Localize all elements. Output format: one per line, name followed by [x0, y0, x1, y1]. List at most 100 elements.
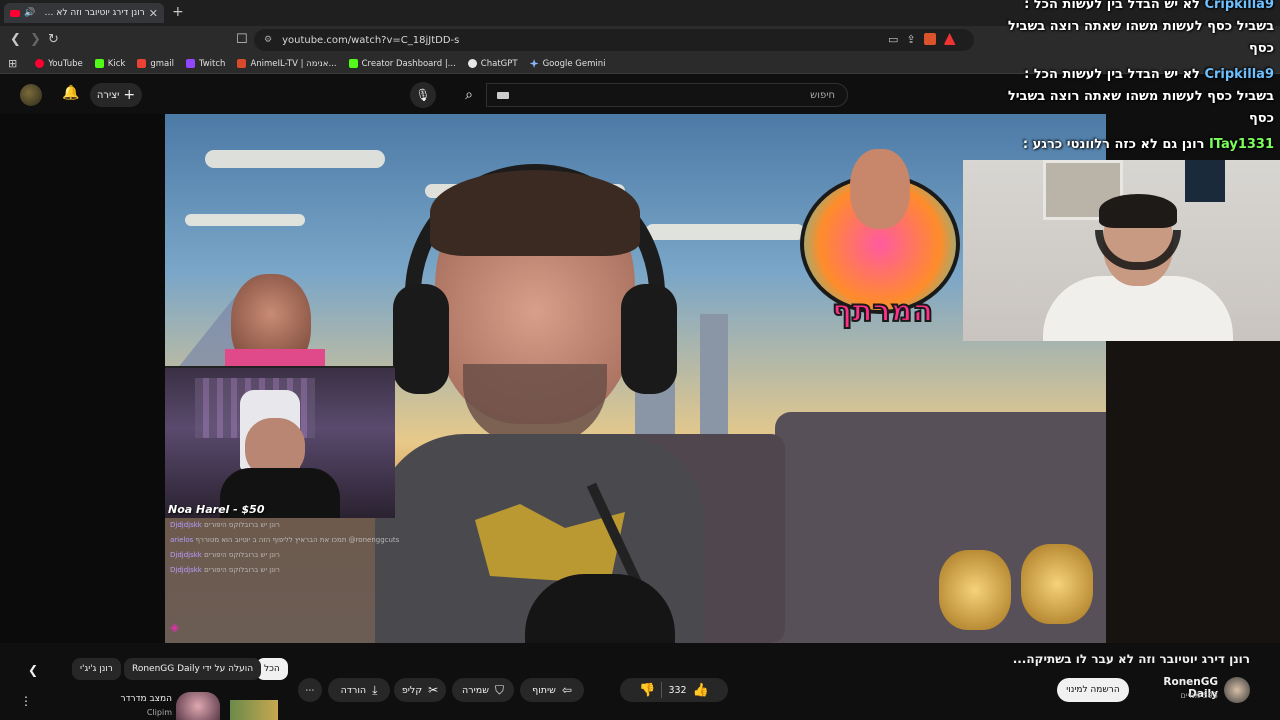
divider: [661, 682, 663, 698]
save-button[interactable]: ⛉ שמירה: [452, 678, 514, 702]
chip-ronen-g[interactable]: רונן ג'יג'י: [72, 658, 121, 680]
bookmark-icon: ⛉: [494, 682, 504, 697]
bookmark-youtube[interactable]: YouTube: [35, 59, 83, 69]
gmail-icon: [137, 59, 147, 68]
download-button[interactable]: ⤓ הורדה: [328, 678, 390, 702]
stream-chat-line: arielos תמכו את הבראיץ לליפוף הזה ב יוטי…: [170, 536, 400, 544]
left-background: [0, 114, 165, 643]
channel-logo-badge: המרתף: [795, 144, 965, 344]
bookmark-gmail[interactable]: gmail: [137, 59, 174, 69]
search-button[interactable]: ⌕: [452, 83, 486, 107]
bookmark-kick[interactable]: Kick: [94, 59, 125, 69]
overlay-chat-line: ITay1331 רונן גם לא כזה רלוונטי כרגע :: [1022, 137, 1274, 152]
more-actions-button[interactable]: ⋯: [298, 678, 322, 702]
like-button[interactable]: 👍 332: [668, 683, 708, 698]
voice-search-button[interactable]: 🎙: [410, 82, 436, 108]
share-button[interactable]: ⇦ שיתוף: [520, 678, 584, 702]
cloud: [185, 214, 305, 226]
search-input[interactable]: חיפוש: [486, 83, 848, 107]
site-info-icon[interactable]: ⚙: [264, 35, 272, 45]
recommended-video-title[interactable]: המצב מדרדר: [110, 694, 173, 704]
bookmark-gemini[interactable]: Google Gemini: [529, 59, 605, 69]
streamer-hair: [430, 170, 640, 256]
cast-icon[interactable]: ▭: [888, 33, 898, 46]
thumbs-down-icon: 👎: [639, 682, 656, 698]
stream-chat-line: Djdjdjskk רונן יש ברובלוקס היפורים: [170, 551, 280, 559]
right-background: [1106, 341, 1280, 643]
more-horizontal-icon: ⋯: [305, 684, 315, 696]
forward-icon[interactable]: ❯: [30, 32, 41, 47]
back-icon[interactable]: ❮: [10, 32, 21, 47]
share-icon: ⇦: [561, 683, 572, 697]
download-icon: ⤓: [372, 682, 378, 697]
twitch-icon: [185, 59, 195, 68]
filter-chips: הכל הועלה על ידי RonenGG Daily רונן ג'יג…: [0, 658, 300, 680]
plus-icon: +: [123, 87, 136, 103]
gemini-icon: [529, 59, 539, 68]
share-page-icon[interactable]: ⇪: [906, 33, 915, 46]
animeil-icon: [237, 59, 247, 68]
room-poster: [1185, 160, 1225, 202]
reactor-hair: [1099, 194, 1177, 228]
stream-chat-line: Djdjdjskk רונן יש ברובלוקס היפורים: [170, 521, 280, 529]
bookmark-chatgpt[interactable]: ChatGPT: [467, 59, 518, 69]
stream-chat-line: Djdjdjskk רונן יש ברובלוקס היפורים: [170, 566, 280, 574]
donation-alert: Noa Harel - $50: [168, 503, 265, 516]
recommended-video-thumbnail[interactable]: [176, 692, 220, 720]
like-count: 332: [668, 684, 687, 696]
video-title: רונן דירג יוטיובר וזה לא עבר לו בשתיקה..…: [1012, 652, 1250, 666]
channel-avatar[interactable]: [1224, 677, 1250, 703]
notifications-bell-icon[interactable]: 🔔: [62, 85, 79, 101]
gold-emblem: [1021, 544, 1093, 624]
headphone-cup-right: [621, 284, 677, 394]
more-vertical-icon[interactable]: ⋮: [20, 694, 32, 708]
reload-icon[interactable]: ↻: [48, 32, 59, 47]
account-avatar[interactable]: [20, 84, 42, 106]
logo-text: המרתף: [831, 293, 934, 330]
bookmark-page-icon[interactable]: ☐: [236, 32, 248, 47]
close-tab-icon[interactable]: ✕: [149, 7, 158, 20]
mute-icon[interactable]: 🔊: [24, 8, 35, 18]
gold-emblem: [939, 550, 1011, 630]
stream-chat-overlay: Djdjdjskk רונן יש ברובלוקס היפורים ariel…: [170, 518, 410, 578]
headphone-cup-left: [393, 284, 449, 394]
create-button[interactable]: יצירה +: [90, 83, 142, 107]
bookmark-animeil[interactable]: AnimeIL-TV | אנימה...: [237, 59, 337, 69]
youtube-icon: [35, 59, 45, 68]
search-icon: ⌕: [465, 87, 473, 103]
subscriber-count: 593 מנויים: [1180, 691, 1218, 700]
bookmark-twitch[interactable]: Twitch: [185, 59, 225, 69]
toolbar-icons: ▭ ⇪: [888, 33, 956, 46]
overlay-chat-line: Cripkilla9 לא יש הבדל בין לעשות הכל : בש…: [1007, 67, 1274, 126]
bookmark-creator-dashboard[interactable]: Creator Dashboard |...: [348, 59, 456, 69]
microphone-icon: 🎙: [415, 88, 431, 102]
scissors-icon: ✂: [428, 683, 439, 697]
tab-title: רונן דירג יוטיובר וזה לא עבר לו: [39, 8, 145, 18]
brave-shield-icon[interactable]: [923, 33, 936, 45]
url-text: youtube.com/watch?v=C_18jJtDD-s: [282, 34, 460, 46]
logo-face: [850, 149, 910, 229]
overlay-chat-line: Cripkilla9 לא יש הבדל בין לעשות הכל : בש…: [1007, 0, 1274, 56]
youtube-favicon-icon: [10, 9, 20, 17]
subscribe-button[interactable]: הרשמה למינוי: [1057, 678, 1129, 702]
chatgpt-icon: [467, 59, 477, 68]
dislike-button[interactable]: 👎: [639, 683, 655, 698]
like-dislike-group: 👍 332 👎: [620, 678, 728, 702]
reactor-webcam: [963, 160, 1280, 341]
cloud: [205, 150, 385, 168]
thumbs-up-icon: 👍: [692, 682, 709, 698]
streamer-main: [375, 164, 705, 643]
kick-icon: [348, 59, 358, 68]
kick-watermark-icon: ◈: [170, 620, 180, 634]
recommended-video-thumbnail[interactable]: [230, 700, 278, 720]
overlay-chat: Cripkilla9 לא יש הבדל בין לעשות הכל : בש…: [994, 0, 1280, 156]
brave-rewards-icon[interactable]: [943, 33, 956, 45]
new-tab-button[interactable]: +: [172, 4, 184, 20]
chip-uploaded-by[interactable]: הועלה על ידי RonenGG Daily: [124, 658, 262, 680]
clip-button[interactable]: ✂ קליפ: [394, 678, 446, 702]
apps-grid-icon[interactable]: ⊞: [8, 57, 17, 70]
keyboard-icon[interactable]: [497, 92, 509, 99]
recommended-video-channel: Clipim: [146, 708, 172, 717]
url-field[interactable]: ⚙ youtube.com/watch?v=C_18jJtDD-s: [254, 29, 974, 51]
browser-tab[interactable]: ✕ רונן דירג יוטיובר וזה לא עבר לו 🔊: [4, 3, 164, 23]
